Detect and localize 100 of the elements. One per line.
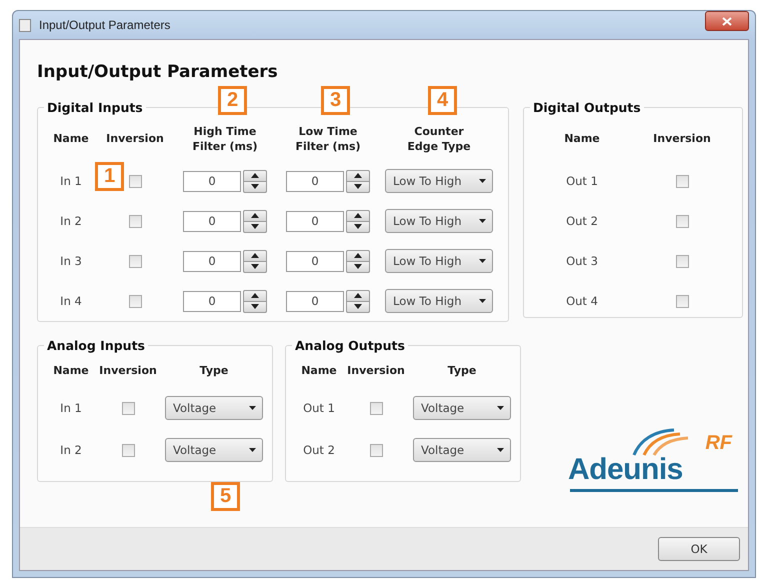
column-header: Inversion <box>653 131 711 147</box>
number-field[interactable]: 0 <box>286 170 344 192</box>
up-arrow-icon <box>251 213 259 218</box>
checkbox[interactable] <box>676 294 688 308</box>
swoosh-icon <box>630 428 690 456</box>
spin-up-button[interactable] <box>243 290 267 302</box>
column-header: Low Time Filter (ms) <box>295 124 361 154</box>
column-header: Inversion <box>99 363 157 379</box>
row-name: In 2 <box>60 443 82 457</box>
down-arrow-icon <box>354 304 362 309</box>
dropdown-arrow-icon <box>249 406 256 410</box>
dropdown-arrow-icon <box>497 406 504 410</box>
number-field[interactable]: 0 <box>183 170 241 192</box>
window-title: Input/Output Parameters <box>39 18 172 32</box>
ok-button[interactable]: OK <box>658 537 740 561</box>
callout-number: 2 <box>218 86 247 115</box>
number-field[interactable]: 0 <box>286 210 344 232</box>
column-header: Name <box>53 131 89 147</box>
spin-down-button[interactable] <box>346 182 370 192</box>
dropdown-arrow-icon <box>249 448 256 452</box>
number-field[interactable]: 0 <box>286 290 344 312</box>
row-name: In 1 <box>60 174 82 188</box>
column-header: Name <box>564 131 600 147</box>
checkbox[interactable] <box>370 402 382 414</box>
row-name: Out 2 <box>303 443 335 457</box>
column-header: Inversion <box>347 363 405 379</box>
spin-up-button[interactable] <box>346 210 370 222</box>
close-button[interactable] <box>705 11 749 31</box>
up-arrow-icon <box>251 253 259 258</box>
spin-up-button[interactable] <box>243 210 267 222</box>
down-arrow-icon <box>251 264 259 269</box>
checkbox[interactable] <box>122 444 134 456</box>
spin-down-button[interactable] <box>346 302 370 312</box>
close-icon <box>722 16 732 26</box>
checkbox[interactable] <box>128 254 142 268</box>
number-field[interactable]: 0 <box>183 210 241 232</box>
row-name: In 3 <box>60 254 82 268</box>
spin-up-button[interactable] <box>346 250 370 262</box>
checkbox[interactable] <box>676 254 688 268</box>
spin-down-button[interactable] <box>243 262 267 272</box>
column-header: Name <box>301 363 337 379</box>
column-header: Type <box>448 363 476 379</box>
up-arrow-icon <box>354 253 362 258</box>
number-field[interactable]: 0 <box>183 250 241 272</box>
spin-up-button[interactable] <box>243 170 267 182</box>
checkbox[interactable] <box>676 214 688 228</box>
down-arrow-icon <box>354 224 362 229</box>
group-title: Digital Inputs <box>46 100 144 115</box>
row-name: Out 4 <box>566 294 598 308</box>
spin-up-button[interactable] <box>346 290 370 302</box>
up-arrow-icon <box>354 173 362 178</box>
row-name: In 1 <box>60 401 82 415</box>
spin-up-button[interactable] <box>243 250 267 262</box>
group-title: Analog Inputs <box>46 338 146 353</box>
spin-down-button[interactable] <box>346 222 370 232</box>
number-field[interactable]: 0 <box>286 250 344 272</box>
checkbox[interactable] <box>122 402 134 414</box>
callout-number: 4 <box>428 86 457 115</box>
dropdown[interactable]: Voltage <box>165 396 263 420</box>
dropdown[interactable]: Voltage <box>165 438 263 462</box>
group-title: Digital Outputs <box>532 100 642 115</box>
number-field[interactable]: 0 <box>183 290 241 312</box>
logo-text: Adeunis <box>568 455 683 485</box>
up-arrow-icon <box>251 173 259 178</box>
group-title: Analog Outputs <box>294 338 406 353</box>
down-arrow-icon <box>251 224 259 229</box>
callout-number: 3 <box>321 86 350 115</box>
checkbox[interactable] <box>128 174 142 188</box>
dropdown[interactable]: Low To High <box>385 289 493 313</box>
checkbox[interactable] <box>128 294 142 308</box>
dropdown[interactable]: Low To High <box>385 209 493 233</box>
spin-up-button[interactable] <box>346 170 370 182</box>
dropdown-arrow-icon <box>479 299 486 303</box>
row-name: In 4 <box>60 294 82 308</box>
row-name: Out 1 <box>303 401 335 415</box>
dropdown-arrow-icon <box>479 259 486 263</box>
spin-down-button[interactable] <box>346 262 370 272</box>
row-name: Out 3 <box>566 254 598 268</box>
down-arrow-icon <box>354 184 362 189</box>
checkbox[interactable] <box>676 174 688 188</box>
dropdown[interactable]: Low To High <box>385 249 493 273</box>
checkbox[interactable] <box>370 444 382 456</box>
checkbox[interactable] <box>128 214 142 228</box>
column-header: Inversion <box>106 131 164 147</box>
spin-down-button[interactable] <box>243 302 267 312</box>
up-arrow-icon <box>251 293 259 298</box>
column-header: Name <box>53 363 89 379</box>
dropdown-arrow-icon <box>479 219 486 223</box>
spin-down-button[interactable] <box>243 222 267 232</box>
dropdown[interactable]: Voltage <box>413 396 511 420</box>
down-arrow-icon <box>251 304 259 309</box>
column-header: Counter Edge Type <box>407 124 471 154</box>
callout-number: 1 <box>95 162 124 191</box>
dropdown[interactable]: Low To High <box>385 169 493 193</box>
dropdown[interactable]: Voltage <box>413 438 511 462</box>
down-arrow-icon <box>251 184 259 189</box>
dialog-heading: Input/Output Parameters <box>37 62 279 82</box>
spin-down-button[interactable] <box>243 182 267 192</box>
callout-number: 5 <box>211 482 240 511</box>
row-name: Out 2 <box>566 214 598 228</box>
